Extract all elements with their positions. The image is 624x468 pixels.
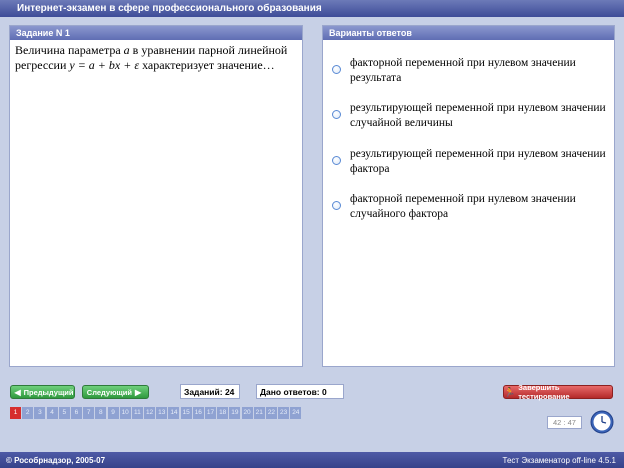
question-number-9[interactable]: 9 [107, 407, 120, 419]
answer-option-label[interactable]: факторной переменной при нулевом значени… [350, 192, 610, 222]
radio-button[interactable] [332, 201, 341, 210]
footer-copyright: © Рособрнадзор, 2005-07 [6, 456, 106, 465]
footer-version: Тест Экзаменатор off-line 4.5.1 [502, 456, 616, 465]
answer-option-label[interactable]: факторной переменной при нулевом значени… [350, 56, 610, 86]
question-number-18[interactable]: 18 [217, 407, 230, 419]
question-number-10[interactable]: 10 [119, 407, 132, 419]
question-number-6[interactable]: 6 [70, 407, 83, 419]
question-number-8[interactable]: 8 [95, 407, 108, 419]
runner-icon: 🏃 [504, 386, 516, 397]
answer-option-3[interactable]: результирующей переменной при нулевом зн… [323, 147, 613, 181]
answer-option-label[interactable]: результирующей переменной при нулевом зн… [350, 147, 610, 177]
task-panel-header: Задание N 1 [10, 26, 302, 40]
question-number-24[interactable]: 24 [290, 407, 303, 419]
prev-button-label: Предыдущий [23, 387, 74, 397]
radio-button[interactable] [332, 156, 341, 165]
prev-button[interactable]: ◀ Предыдущий [10, 385, 75, 399]
answer-option-label[interactable]: результирующей переменной при нулевом зн… [350, 101, 610, 131]
window-title: Интернет-экзамен в сфере профессионально… [0, 0, 624, 17]
question-part3: характеризует значение… [142, 58, 275, 72]
timer: 42 : 47 [547, 416, 582, 429]
question-number-bar: 1 2 3 4 5 6 7 8 9 10 11 12 13 14 15 16 17 18 19 20 21 22 23 24 [10, 407, 303, 419]
clock-icon [590, 410, 614, 434]
answer-option-1[interactable]: факторной переменной при нулевом значени… [323, 56, 613, 90]
question-number-2[interactable]: 2 [22, 407, 35, 419]
answers-given-count: Дано ответов: 0 [256, 384, 344, 399]
question-formula: y = a + bx + ε [69, 58, 140, 72]
footer: © Рособрнадзор, 2005-07 Тест Экзаменатор… [0, 452, 624, 468]
next-button-label: Следующий [86, 387, 133, 397]
task-panel: Задание N 1 Величина параметра a в уравн… [9, 25, 303, 367]
timer-seconds: 47 [567, 418, 576, 427]
question-number-15[interactable]: 15 [180, 407, 193, 419]
radio-button[interactable] [332, 65, 341, 74]
question-number-5[interactable]: 5 [58, 407, 71, 419]
answers-panel-header: Варианты ответов [323, 26, 614, 40]
question-number-7[interactable]: 7 [83, 407, 96, 419]
question-number-17[interactable]: 17 [205, 407, 217, 419]
question-number-22[interactable]: 22 [265, 407, 278, 419]
next-button[interactable]: Следующий ▶ [82, 385, 149, 399]
finish-button-label: Завершить тестирование [518, 383, 570, 401]
question-number-19[interactable]: 19 [229, 407, 242, 419]
question-part1: Величина параметра [15, 43, 121, 57]
answers-panel: Варианты ответов факторной переменной пр… [322, 25, 615, 367]
answer-option-4[interactable]: факторной переменной при нулевом значени… [323, 192, 613, 226]
question-number-11[interactable]: 11 [131, 407, 144, 419]
question-text: Величина параметра a в уравнении парной … [15, 43, 299, 73]
arrow-right-icon: ▶ [135, 387, 142, 397]
question-number-3[interactable]: 3 [34, 407, 47, 419]
question-number-23[interactable]: 23 [278, 407, 291, 419]
finish-test-button[interactable]: 🏃 Завершить тестирование [503, 383, 613, 401]
question-number-21[interactable]: 21 [253, 407, 266, 419]
question-number-13[interactable]: 13 [156, 407, 169, 419]
answer-option-2[interactable]: результирующей переменной при нулевом зн… [323, 101, 613, 135]
question-number-14[interactable]: 14 [168, 407, 181, 419]
question-param: a [123, 43, 130, 57]
question-number-20[interactable]: 20 [241, 407, 254, 419]
question-number-4[interactable]: 4 [46, 407, 59, 419]
question-number-12[interactable]: 12 [144, 407, 157, 419]
timer-minutes: 42 [553, 418, 562, 427]
tasks-count: Заданий: 24 [180, 384, 240, 399]
radio-button[interactable] [332, 110, 341, 119]
arrow-left-icon: ◀ [14, 387, 21, 397]
question-number-1[interactable]: 1 [10, 407, 22, 419]
question-number-16[interactable]: 16 [192, 407, 205, 419]
